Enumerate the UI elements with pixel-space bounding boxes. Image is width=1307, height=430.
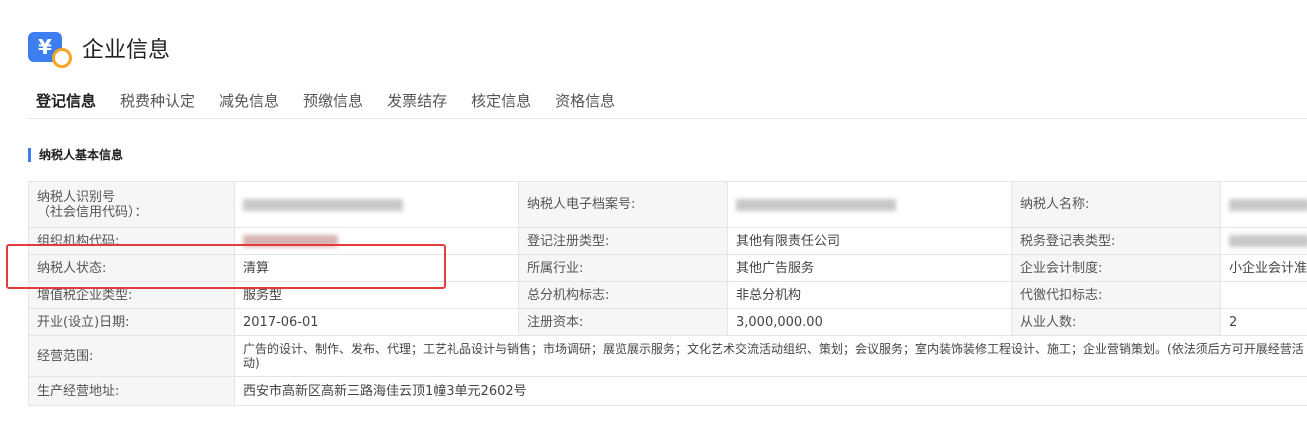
value-business-address: 西安市高新区高新三路海佳云顶1幢3单元2602号 bbox=[234, 376, 1307, 406]
value-registration-type: 其他有限责任公司 bbox=[727, 227, 1012, 255]
label-registration-type: 登记注册类型: bbox=[518, 227, 728, 255]
value-business-scope: 广告的设计、制作、发布、代理；工艺礼品设计与销售；市场调研；展览展示服务；文化艺… bbox=[234, 335, 1307, 377]
value-industry: 其他广告服务 bbox=[727, 254, 1012, 282]
label-e-archive-no: 纳税人电子档案号: bbox=[518, 181, 728, 228]
value-employee-count: 2 bbox=[1220, 308, 1307, 336]
tab-exemption[interactable]: 减免信息 bbox=[219, 90, 279, 117]
value-taxpayer-id bbox=[234, 181, 519, 228]
tax-search-logo-icon: ¥ bbox=[28, 30, 72, 68]
tab-bar: 登记信息 税费种认定 减免信息 预缴信息 发票结存 核定信息 资格信息 bbox=[36, 90, 639, 117]
value-open-date: 2017-06-01 bbox=[234, 308, 519, 336]
label-registration-form-type: 税务登记表类型: bbox=[1011, 227, 1221, 255]
tab-registration-info[interactable]: 登记信息 bbox=[36, 90, 96, 117]
label-industry: 所属行业: bbox=[518, 254, 728, 282]
page-header: ¥ 企业信息 bbox=[28, 30, 171, 68]
taxpayer-info-table: 纳税人识别号 （社会信用代码）： 纳税人电子档案号: 纳税人名称: 组织机构代码… bbox=[28, 181, 1307, 406]
table-row: 开业(设立)日期: 2017-06-01 注册资本: 3,000,000.00 … bbox=[28, 308, 1307, 336]
table-row: 生产经营地址: 西安市高新区高新三路海佳云顶1幢3单元2602号 bbox=[28, 376, 1307, 406]
tab-verification[interactable]: 核定信息 bbox=[471, 90, 531, 117]
value-taxpayer-name bbox=[1220, 181, 1307, 228]
value-e-archive-no bbox=[727, 181, 1012, 228]
label-withholding-flag: 代徼代扣标志: bbox=[1011, 281, 1221, 309]
tab-invoice-stock[interactable]: 发票结存 bbox=[387, 90, 447, 117]
table-row: 经营范围: 广告的设计、制作、发布、代理；工艺礼品设计与销售；市场调研；展览展示… bbox=[28, 335, 1307, 377]
label-taxpayer-id: 纳税人识别号 （社会信用代码）： bbox=[28, 181, 235, 228]
tab-prepayment[interactable]: 预缴信息 bbox=[303, 90, 363, 117]
value-withholding-flag bbox=[1220, 281, 1307, 309]
tab-tax-type[interactable]: 税费种认定 bbox=[120, 90, 195, 117]
label-branch-flag: 总分机构标志: bbox=[518, 281, 728, 309]
label-employee-count: 从业人数: bbox=[1011, 308, 1221, 336]
tab-divider bbox=[28, 118, 1307, 119]
section-title: 纳税人基本信息 bbox=[28, 148, 123, 162]
value-accounting-system: 小企业会计准 bbox=[1220, 254, 1307, 282]
table-row: 纳税人识别号 （社会信用代码）： 纳税人电子档案号: 纳税人名称: bbox=[28, 181, 1307, 228]
value-branch-flag: 非总分机构 bbox=[727, 281, 1012, 309]
page-title: 企业信息 bbox=[82, 38, 171, 63]
value-registration-form-type bbox=[1220, 227, 1307, 255]
value-registered-capital: 3,000,000.00 bbox=[727, 308, 1012, 336]
label-business-scope: 经营范围: bbox=[28, 335, 235, 377]
label-open-date: 开业(设立)日期: bbox=[28, 308, 235, 336]
label-taxpayer-name: 纳税人名称: bbox=[1011, 181, 1221, 228]
label-business-address: 生产经营地址: bbox=[28, 376, 235, 406]
highlight-box-taxpayer-status bbox=[6, 244, 446, 289]
label-registered-capital: 注册资本: bbox=[518, 308, 728, 336]
label-accounting-system: 企业会计制度: bbox=[1011, 254, 1221, 282]
tab-qualification[interactable]: 资格信息 bbox=[555, 90, 615, 117]
